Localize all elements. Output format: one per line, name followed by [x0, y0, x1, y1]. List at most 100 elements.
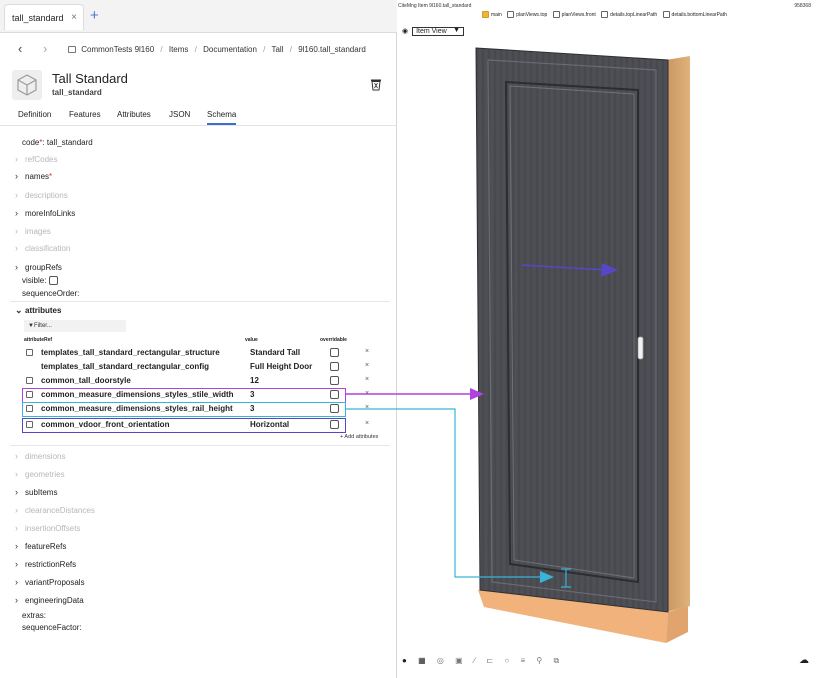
- variantproposals-row[interactable]: › variantProposals: [15, 577, 85, 587]
- toe-kick-side: [666, 606, 688, 643]
- descriptions-row[interactable]: › descriptions: [15, 190, 68, 200]
- classification-row[interactable]: › classification: [15, 243, 70, 253]
- delete-icon[interactable]: ×: [365, 348, 369, 355]
- delete-icon[interactable]: ×: [365, 404, 369, 411]
- filter-placeholder: Filter...: [33, 323, 52, 329]
- cloud-icon[interactable]: ☁: [799, 655, 809, 666]
- filter-input[interactable]: ▼Filter...: [24, 320, 126, 332]
- code-value: : tall_standard: [42, 138, 93, 147]
- chevron-right-icon: ›: [15, 243, 18, 253]
- breadcrumb-item[interactable]: Tall: [271, 45, 283, 54]
- moreinfolinks-label: moreInfoLinks: [25, 209, 76, 218]
- moreinfolinks-row[interactable]: › moreInfoLinks: [15, 208, 75, 218]
- clearancedistances-row[interactable]: › clearanceDistances: [15, 505, 95, 515]
- back-arrow-icon[interactable]: ‹: [18, 41, 22, 56]
- images-row[interactable]: › images: [15, 226, 51, 236]
- tab-schema[interactable]: Schema: [207, 110, 237, 125]
- refcodes-label: refCodes: [25, 155, 58, 164]
- tab-features[interactable]: Features: [69, 110, 101, 119]
- cube-icon: [12, 70, 42, 100]
- chevron-right-icon: ›: [15, 154, 18, 164]
- grid-icon[interactable]: ▦: [418, 656, 426, 665]
- tab-attributes[interactable]: Attributes: [117, 110, 151, 119]
- breadcrumb-separator: /: [194, 45, 197, 54]
- screenshot-icon[interactable]: ⧉: [553, 656, 559, 665]
- grouprefs-row[interactable]: › groupRefs: [15, 262, 62, 272]
- overridable-checkbox[interactable]: [330, 404, 339, 413]
- restrictionrefs-row[interactable]: › restrictionRefs: [15, 559, 76, 569]
- add-attributes-button[interactable]: + Add attributes: [340, 434, 378, 440]
- refcodes-row[interactable]: › refCodes: [15, 154, 57, 164]
- featurerefs-row[interactable]: › featureRefs: [15, 541, 66, 551]
- descriptions-label: descriptions: [25, 191, 68, 200]
- external-link-icon[interactable]: [26, 349, 33, 356]
- external-link-icon[interactable]: [26, 391, 33, 398]
- code-row: code*: tall_standard: [22, 138, 93, 147]
- engineeringdata-label: engineeringData: [25, 596, 84, 605]
- navigation-bar: ‹ › CommonTests 9l160 / Items / Document…: [0, 38, 397, 62]
- breadcrumb-separator: /: [160, 45, 163, 54]
- delete-icon[interactable]: ×: [365, 420, 369, 427]
- tab-label: tall_standard: [12, 13, 64, 23]
- column-header-ref: attributeRef: [24, 337, 53, 343]
- item-code: tall_standard: [52, 88, 102, 97]
- chevron-right-icon: ›: [15, 505, 18, 515]
- trash-icon[interactable]: [370, 78, 382, 96]
- external-link-icon[interactable]: [26, 377, 33, 384]
- palette-icon[interactable]: ●: [402, 656, 407, 665]
- add-tab-icon[interactable]: +: [90, 7, 99, 24]
- extras-label: extras:: [22, 611, 47, 620]
- overridable-checkbox[interactable]: [330, 348, 339, 357]
- names-row[interactable]: › names*: [15, 171, 52, 181]
- cabinet-3d-render[interactable]: [398, 0, 817, 678]
- grouprefs-label: groupRefs: [25, 263, 62, 272]
- overridable-checkbox[interactable]: [330, 420, 339, 429]
- breadcrumb: CommonTests 9l160 / Items / Documentatio…: [68, 45, 366, 54]
- section-icon[interactable]: ≡: [520, 656, 525, 665]
- chevron-right-icon: ›: [15, 559, 18, 569]
- overridable-checkbox[interactable]: [330, 390, 339, 399]
- target-icon[interactable]: ◎: [437, 656, 444, 665]
- chevron-right-icon: ›: [15, 469, 18, 479]
- attribute-ref: common_vdoor_front_orientation: [41, 420, 170, 429]
- visible-checkbox[interactable]: [48, 276, 58, 285]
- subitems-row[interactable]: › subItems: [15, 487, 57, 497]
- dimensions-row[interactable]: › dimensions: [15, 451, 65, 461]
- overridable-checkbox[interactable]: [330, 376, 339, 385]
- breadcrumb-item[interactable]: Documentation: [203, 45, 257, 54]
- delete-icon[interactable]: ×: [365, 362, 369, 369]
- attribute-value: Horizontal: [250, 420, 290, 429]
- engineeringdata-row[interactable]: › engineeringData: [15, 595, 84, 605]
- breadcrumb-item[interactable]: Items: [169, 45, 189, 54]
- external-link-icon[interactable]: [26, 363, 33, 370]
- rotate-icon[interactable]: ○: [504, 656, 509, 665]
- classification-label: classification: [25, 244, 71, 253]
- delete-icon[interactable]: ×: [365, 390, 369, 397]
- measure-icon[interactable]: ∕: [474, 656, 475, 665]
- tree-icon[interactable]: ⚲: [536, 656, 542, 665]
- delete-icon[interactable]: ×: [365, 376, 369, 383]
- geometries-row[interactable]: › geometries: [15, 469, 65, 479]
- sequencefactor-row: sequenceFactor:: [22, 623, 82, 632]
- tab-definition[interactable]: Definition: [18, 110, 51, 119]
- layers-icon[interactable]: ▣: [455, 656, 463, 665]
- chevron-right-icon: ›: [15, 595, 18, 605]
- divider: [10, 301, 390, 302]
- breadcrumb-item[interactable]: 9l160.tall_standard: [298, 45, 366, 54]
- dimension-icon[interactable]: ⊏: [486, 656, 493, 665]
- attributes-row[interactable]: ⌄ attributes: [15, 305, 61, 316]
- tab-close-icon[interactable]: ×: [71, 12, 77, 23]
- insertionoffsets-row[interactable]: › insertionOffsets: [15, 523, 80, 533]
- tab-json[interactable]: JSON: [169, 110, 190, 119]
- attribute-ref: common_measure_dimensions_styles_rail_he…: [41, 404, 233, 413]
- variantproposals-label: variantProposals: [25, 578, 85, 587]
- images-label: images: [25, 227, 51, 236]
- external-link-icon[interactable]: [26, 405, 33, 412]
- sequenceorder-label: sequenceOrder:: [22, 289, 80, 298]
- attribute-row: common_tall_doorstyle 12 ×: [24, 376, 384, 387]
- external-link-icon[interactable]: [26, 421, 33, 428]
- overridable-checkbox[interactable]: [330, 362, 339, 371]
- forward-arrow-icon[interactable]: ›: [43, 41, 47, 56]
- tab-tall-standard[interactable]: tall_standard ×: [4, 4, 84, 30]
- breadcrumb-item[interactable]: CommonTests 9l160: [81, 45, 154, 54]
